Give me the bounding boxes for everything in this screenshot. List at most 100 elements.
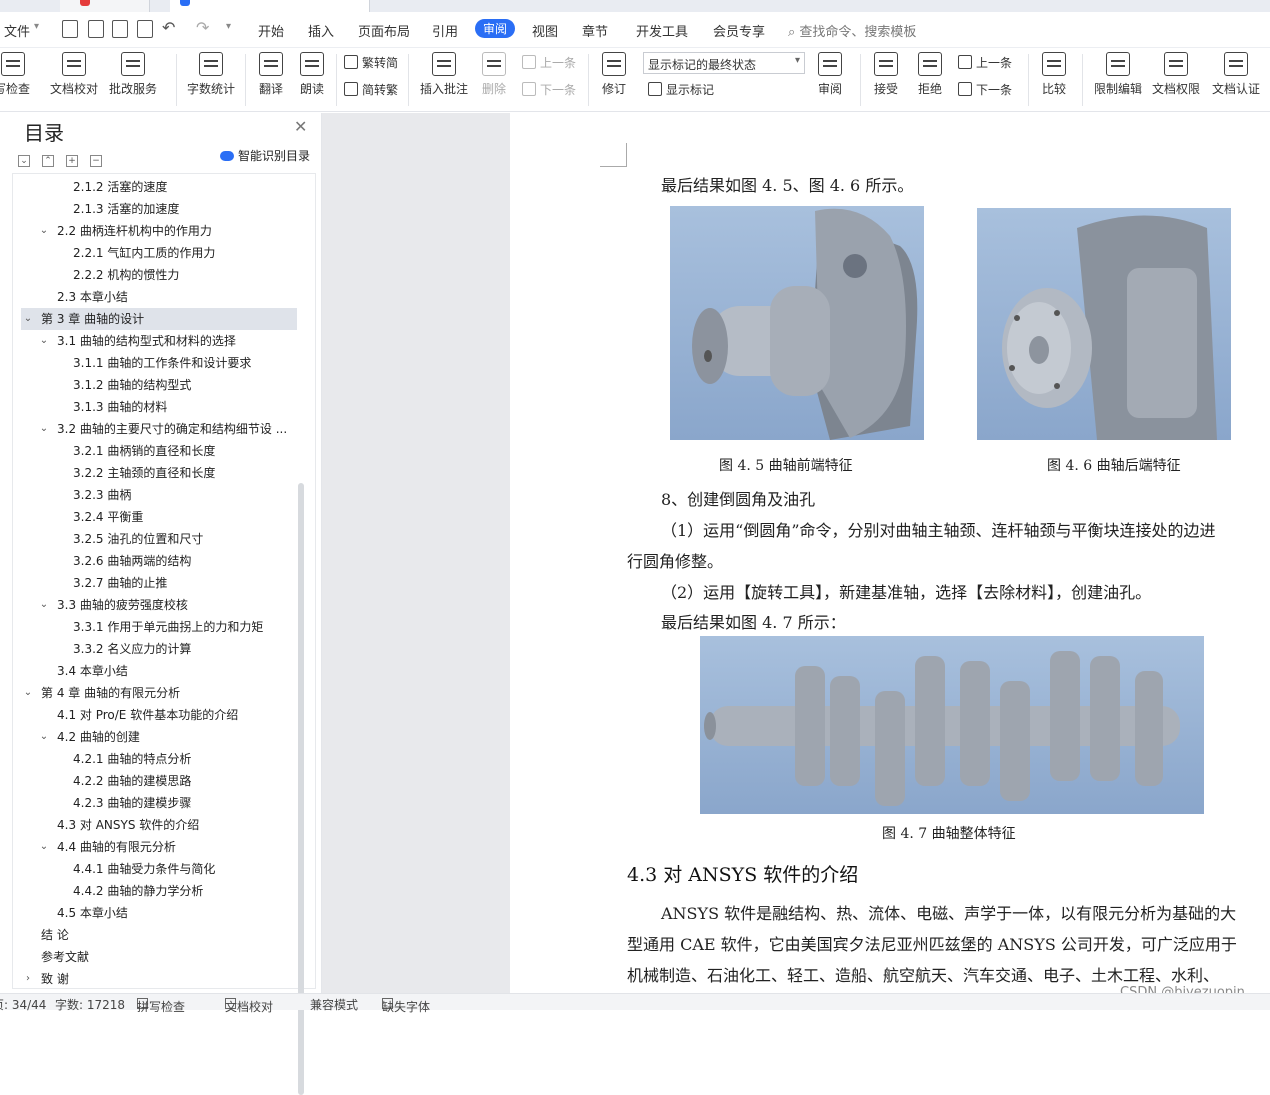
undo-icon[interactable]: ↶ bbox=[162, 18, 175, 37]
toc-item[interactable]: 3.2.5 油孔的位置和尺寸 bbox=[21, 528, 296, 550]
delete-comment-button[interactable]: 删除 bbox=[476, 52, 512, 97]
toc-item[interactable]: 3.1.2 曲轴的结构型式 bbox=[21, 374, 296, 396]
chevron-right-icon[interactable]: › bbox=[23, 968, 33, 988]
restrict-edit-button[interactable]: 限制编辑 bbox=[1092, 52, 1144, 97]
toc-item[interactable]: ⌄ 第 4 章 曲轴的有限元分析 bbox=[21, 682, 296, 704]
toc-item[interactable]: 3.3.2 名义应力的计算 bbox=[21, 638, 296, 660]
read-aloud-button[interactable]: 朗读 bbox=[294, 52, 330, 97]
toc-item[interactable]: 3.3.1 作用于单元曲拐上的力和力矩 bbox=[21, 616, 296, 638]
markup-mode-select[interactable]: 显示标记的最终状态 ▾ bbox=[643, 52, 805, 74]
chevron-down-icon[interactable]: ⌄ bbox=[23, 308, 33, 330]
toc-item[interactable]: ⌄ 3.2 曲轴的主要尺寸的确定和结构细节设 ... bbox=[21, 418, 296, 440]
toc-item[interactable]: › 致 谢 bbox=[21, 968, 296, 988]
doc-cert-button[interactable]: 文档认证 bbox=[1208, 52, 1264, 97]
toc-item[interactable]: ⌄ 第 3 章 曲轴的设计 bbox=[21, 308, 297, 330]
toc-item[interactable]: 3.1.1 曲轴的工作条件和设计要求 bbox=[21, 352, 296, 374]
accept-button[interactable]: 接受 bbox=[868, 52, 904, 97]
page-indicator[interactable]: 页: 34/44 bbox=[0, 996, 46, 1013]
tab-home[interactable]: 开始 bbox=[258, 21, 284, 40]
toc-item[interactable]: 3.1.3 曲轴的材料 bbox=[21, 396, 296, 418]
toc-item[interactable]: 3.2.3 曲柄 bbox=[21, 484, 296, 506]
tab-layout[interactable]: 页面布局 bbox=[358, 21, 410, 40]
print-icon[interactable] bbox=[112, 20, 128, 38]
document-tab[interactable] bbox=[170, 0, 370, 12]
toc-item[interactable]: 3.4 本章小结 bbox=[21, 660, 296, 682]
toc-item[interactable]: 2.1.2 活塞的速度 bbox=[21, 176, 296, 198]
tab-developer[interactable]: 开发工具 bbox=[636, 21, 688, 40]
trad-to-simp-button[interactable]: 繁转简 bbox=[344, 54, 398, 71]
toc-item[interactable]: 4.4.2 曲轴的静力学分析 bbox=[21, 880, 296, 902]
chevron-down-icon[interactable]: ⌄ bbox=[39, 418, 49, 440]
expand-up-icon[interactable]: ⌃ bbox=[42, 155, 54, 167]
tab-view[interactable]: 视图 bbox=[532, 21, 558, 40]
redo-icon[interactable]: ↷ bbox=[196, 18, 209, 37]
close-icon[interactable]: ✕ bbox=[294, 117, 307, 136]
chevron-down-icon[interactable]: ⌄ bbox=[39, 726, 49, 748]
export-pdf-icon[interactable] bbox=[88, 20, 104, 38]
toc-item[interactable]: 2.1.3 活塞的加速度 bbox=[21, 198, 296, 220]
prev-change-button[interactable]: 上一条 bbox=[958, 54, 1012, 71]
tab-review[interactable]: 审阅 bbox=[475, 19, 516, 38]
translate-button[interactable]: 翻译 bbox=[252, 52, 290, 97]
toc-item[interactable]: 4.2.1 曲轴的特点分析 bbox=[21, 748, 296, 770]
file-menu[interactable]: 文件 bbox=[4, 21, 30, 40]
toc-item[interactable]: ⌄ 4.4 曲轴的有限元分析 bbox=[21, 836, 296, 858]
doc-permission-button[interactable]: 文档权限 bbox=[1150, 52, 1202, 97]
chevron-down-icon[interactable]: ⌄ bbox=[23, 682, 33, 704]
quick-access-more-icon[interactable]: ▾ bbox=[226, 21, 231, 32]
toc-item[interactable]: 2.2.2 机构的惯性力 bbox=[21, 264, 296, 286]
tab-references[interactable]: 引用 bbox=[432, 21, 458, 40]
toc-item[interactable]: 3.2.4 平衡重 bbox=[21, 506, 296, 528]
smart-toc-button[interactable]: 智能识别目录 bbox=[220, 147, 310, 164]
spell-check-button[interactable]: 拼写检查 bbox=[0, 52, 38, 97]
next-comment-button[interactable]: 下一条 bbox=[522, 81, 576, 98]
toc-item[interactable]: 4.2.3 曲轴的建模步骤 bbox=[21, 792, 296, 814]
toc-item[interactable]: ⌄ 4.2 曲轴的创建 bbox=[21, 726, 296, 748]
toc-item[interactable]: 2.3 本章小结 bbox=[21, 286, 296, 308]
toc-item[interactable]: 参考文献 bbox=[21, 946, 296, 968]
tab-chapter[interactable]: 章节 bbox=[582, 21, 608, 40]
toc-item[interactable]: 3.2.1 曲柄销的直径和长度 bbox=[21, 440, 296, 462]
toc-item[interactable]: 4.2.2 曲轴的建模思路 bbox=[21, 770, 296, 792]
command-search[interactable]: ⌕ 查找命令、搜索模板 bbox=[788, 21, 916, 40]
review-pane-button[interactable]: 审阅 bbox=[812, 52, 848, 97]
simp-to-trad-button[interactable]: 简转繁 bbox=[344, 81, 398, 98]
tab-insert[interactable]: 插入 bbox=[308, 21, 334, 40]
toc-list[interactable]: 2.1.2 活塞的速度 2.1.3 活塞的加速度 ⌄ 2.2 曲柄连杆机构中的作用力 2… bbox=[12, 173, 316, 989]
toc-item[interactable]: ⌄ 3.3 曲轴的疲劳强度校核 bbox=[21, 594, 296, 616]
toc-item[interactable]: 3.2.6 曲轴两端的结构 bbox=[21, 550, 296, 572]
track-changes-button[interactable]: 修订 bbox=[596, 52, 632, 97]
show-markup-button[interactable]: 显示标记 bbox=[648, 81, 714, 98]
toc-item[interactable]: 4.4.1 曲轴受力条件与简化 bbox=[21, 858, 296, 880]
chevron-down-icon[interactable]: ⌄ bbox=[39, 594, 49, 616]
toc-item[interactable]: 4.5 本章小结 bbox=[21, 902, 296, 924]
toc-item[interactable]: 2.2.1 气缸内工质的作用力 bbox=[21, 242, 296, 264]
toc-item[interactable]: 3.2.2 主轴颈的直径和长度 bbox=[21, 462, 296, 484]
reject-button[interactable]: 拒绝 bbox=[912, 52, 948, 97]
remove-heading-icon[interactable]: − bbox=[90, 155, 102, 167]
doc-proof-button[interactable]: 文档校对 bbox=[46, 52, 102, 97]
chevron-down-icon[interactable]: ⌄ bbox=[39, 330, 49, 352]
compare-button[interactable]: 比较 bbox=[1036, 52, 1072, 97]
tab-member[interactable]: 会员专享 bbox=[713, 21, 765, 40]
toc-item[interactable]: 4.1 对 Pro/E 软件基本功能的介绍 bbox=[21, 704, 296, 726]
add-heading-icon[interactable]: + bbox=[66, 155, 78, 167]
collapse-all-icon[interactable]: ⌄ bbox=[18, 155, 30, 167]
toc-item[interactable]: ⌄ 2.2 曲柄连杆机构中的作用力 bbox=[21, 220, 296, 242]
insert-comment-button[interactable]: 插入批注 bbox=[418, 52, 470, 97]
prev-comment-button[interactable]: 上一条 bbox=[522, 54, 576, 71]
chevron-down-icon[interactable]: ⌄ bbox=[39, 836, 49, 858]
save-icon[interactable] bbox=[62, 20, 78, 38]
word-count-indicator[interactable]: 字数: 17218 bbox=[55, 996, 125, 1013]
batch-service-button[interactable]: 批改服务 bbox=[104, 52, 162, 97]
toc-item[interactable]: 结 论 bbox=[21, 924, 296, 946]
next-change-button[interactable]: 下一条 bbox=[958, 81, 1012, 98]
chevron-down-icon[interactable]: ⌄ bbox=[39, 220, 49, 242]
chevron-down-icon[interactable]: ▾ bbox=[34, 21, 39, 32]
word-count-button[interactable]: 字数统计 bbox=[184, 52, 238, 97]
browser-tab[interactable] bbox=[60, 0, 150, 12]
toc-item[interactable]: 4.3 对 ANSYS 软件的介绍 bbox=[21, 814, 296, 836]
print-preview-icon[interactable] bbox=[137, 20, 153, 38]
toc-item[interactable]: ⌄ 3.1 曲轴的结构型式和材料的选择 bbox=[21, 330, 296, 352]
toc-item[interactable]: 3.2.7 曲轴的止推 bbox=[21, 572, 296, 594]
